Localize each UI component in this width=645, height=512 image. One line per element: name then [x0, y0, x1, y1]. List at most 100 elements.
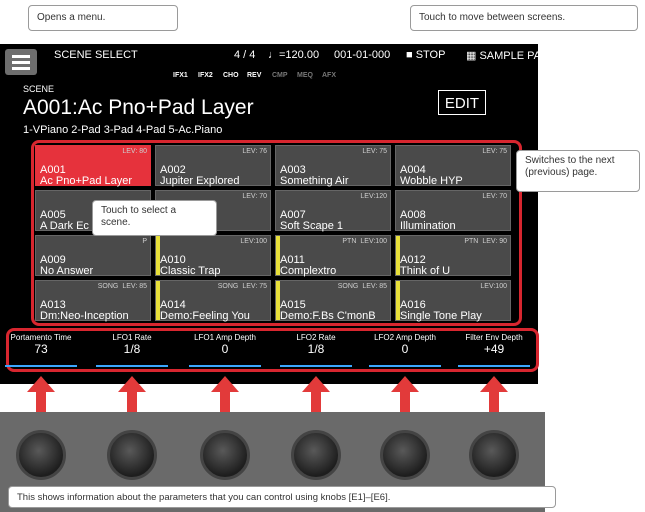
- scene-tile-name: No Answer: [40, 265, 94, 277]
- scene-tile[interactable]: LEV:120 A007 Soft Scape 1: [275, 190, 391, 232]
- menu-button[interactable]: [5, 49, 37, 75]
- scene-tags: SONG LEV: 85: [94, 283, 147, 290]
- up-arrow-icon: [302, 376, 330, 412]
- scene-tag: SONG: [97, 283, 119, 290]
- scene-tile[interactable]: LEV: 80 A001 Ac Pno+Pad Layer: [35, 145, 151, 187]
- knob-value-bar: [189, 365, 261, 367]
- knob-e5[interactable]: [380, 430, 430, 480]
- knob-parameter: Filter Env Depth +49: [450, 333, 538, 369]
- up-arrow-icon: [118, 376, 146, 412]
- select-callout: Touch to select a scene.: [92, 200, 217, 236]
- scene-tile[interactable]: LEV: 70 A008 Illumination: [395, 190, 511, 232]
- knob-e6[interactable]: [469, 430, 519, 480]
- scene-tile-name: Wobble HYP: [400, 175, 463, 187]
- scene-tile[interactable]: PTN LEV: 90 A012 Think of U: [395, 235, 511, 277]
- effect-indicator: AFX: [322, 72, 336, 79]
- scene-tags: SONG LEV: 75: [214, 283, 267, 290]
- knob-parameter: LFO2 Amp Depth 0: [361, 333, 449, 369]
- up-arrow-icon: [27, 376, 55, 412]
- scene-tile[interactable]: LEV: 75 A004 Wobble HYP: [395, 145, 511, 187]
- scene-tile-name: Illumination: [400, 220, 456, 232]
- menu-icon-line: [12, 61, 30, 64]
- edit-button[interactable]: EDIT: [438, 90, 486, 115]
- knob-parameter-label: LFO1 Rate: [112, 333, 152, 342]
- scene-tags: PTN LEV: 90: [460, 238, 507, 245]
- scene-tag: PTN: [342, 238, 357, 245]
- knob-parameter-value: 1/8: [123, 342, 141, 356]
- page-callout: Switches to the next (previous) page.: [516, 150, 640, 192]
- effect-indicator: IFX2: [198, 72, 213, 79]
- scene-tag: LEV: 85: [122, 283, 147, 290]
- scene-tags: PTN LEV:100: [338, 238, 387, 245]
- scene-tags: LEV:100: [236, 238, 267, 245]
- knob-parameter-value: 73: [34, 342, 48, 356]
- arrow-stem: [489, 391, 499, 412]
- scene-tile[interactable]: SONG LEV: 85 A015 Demo:F.Bs C'monB: [275, 280, 391, 322]
- arrow-stem: [311, 391, 321, 412]
- effect-indicator: CMP: [272, 72, 288, 79]
- scene-name: A001:Ac Pno+Pad Layer: [23, 96, 254, 119]
- knob-e3[interactable]: [200, 430, 250, 480]
- effect-indicator: MEQ: [297, 72, 313, 79]
- scene-tags: LEV:100: [476, 283, 507, 290]
- knob-e2[interactable]: [107, 430, 157, 480]
- scene-tag: LEV:100: [360, 238, 387, 245]
- effect-indicator: IFX1: [173, 72, 188, 79]
- info-callout: This shows information about the paramet…: [8, 486, 556, 508]
- menu-callout: Opens a menu.: [28, 5, 178, 31]
- scene-tags: LEV: 75: [478, 148, 507, 155]
- tempo: ♩=120.00: [268, 49, 320, 61]
- scene-tag: P: [142, 238, 147, 245]
- menu-icon-line: [12, 55, 30, 58]
- scene-tile[interactable]: LEV: 75 A003 Something Air: [275, 145, 391, 187]
- arrow-stem: [127, 391, 137, 412]
- scene-tile[interactable]: LEV: 76 A002 Jupiter Explored: [155, 145, 271, 187]
- scene-tag: LEV: 76: [242, 148, 267, 155]
- scene-tile[interactable]: P A009 No Answer: [35, 235, 151, 277]
- menu-icon-line: [12, 67, 30, 70]
- scene-tile[interactable]: SONG LEV: 75 A014 Demo:Feeling You: [155, 280, 271, 322]
- effect-indicator: CHO: [223, 72, 239, 79]
- scene-tag: LEV: 75: [482, 148, 507, 155]
- knob-parameter-label: Portamento Time: [10, 333, 72, 342]
- scene-tile-name: Ac Pno+Pad Layer: [40, 175, 133, 187]
- scene-tag: LEV: 80: [122, 148, 147, 155]
- scene-tile-name: Soft Scape 1: [280, 220, 343, 232]
- knob-parameter-value: 0: [401, 342, 409, 356]
- scene-tag: LEV:100: [480, 283, 507, 290]
- arrow-head: [302, 376, 330, 392]
- scene-tile[interactable]: LEV:100 A010 Classic Trap: [155, 235, 271, 277]
- knob-e1[interactable]: [16, 430, 66, 480]
- knob-parameter-value: 1/8: [307, 342, 325, 356]
- scene-tile[interactable]: SONG LEV: 85 A013 Dm:Neo-Inception: [35, 280, 151, 322]
- arrow-stem: [220, 391, 230, 412]
- arrow-stem: [36, 391, 46, 412]
- up-arrow-icon: [211, 376, 239, 412]
- scene-tile-name: Single Tone Play: [400, 310, 482, 322]
- knob-parameter-label: LFO1 Amp Depth: [194, 333, 256, 342]
- arrow-head: [211, 376, 239, 392]
- scene-tile-name: Dm:Neo-Inception: [40, 310, 129, 322]
- time-signature: 4 / 4: [234, 49, 256, 61]
- knob-value-bar: [96, 365, 168, 367]
- screens-callout: Touch to move between screens.: [410, 5, 638, 31]
- scene-tile-name: Classic Trap: [160, 265, 221, 277]
- knob-parameter-label: LFO2 Rate: [296, 333, 336, 342]
- knob-parameter-label: Filter Env Depth: [465, 333, 523, 342]
- knob-e4[interactable]: [291, 430, 341, 480]
- scene-tags: LEV: 76: [238, 148, 267, 155]
- scene-tag: LEV: 75: [242, 283, 267, 290]
- transport-status: ■ STOP: [406, 49, 446, 61]
- scene-tile[interactable]: PTN LEV:100 A011 Complextro: [275, 235, 391, 277]
- sample-pad-button[interactable]: ▦ SAMPLE PAD: [466, 49, 549, 62]
- scene-tags: P: [138, 238, 147, 245]
- scene-tile-name: Think of U: [400, 265, 451, 277]
- up-arrow-icon: [480, 376, 508, 412]
- scene-tile-name: Jupiter Explored: [160, 175, 240, 187]
- scene-tags: LEV:120: [356, 193, 387, 200]
- scene-tag: SONG: [337, 283, 359, 290]
- scene-label: SCENE: [23, 84, 55, 94]
- knob-parameter-value: +49: [483, 342, 505, 356]
- scene-tile[interactable]: LEV:100 A016 Single Tone Play: [395, 280, 511, 322]
- scene-tag: LEV: 85: [362, 283, 387, 290]
